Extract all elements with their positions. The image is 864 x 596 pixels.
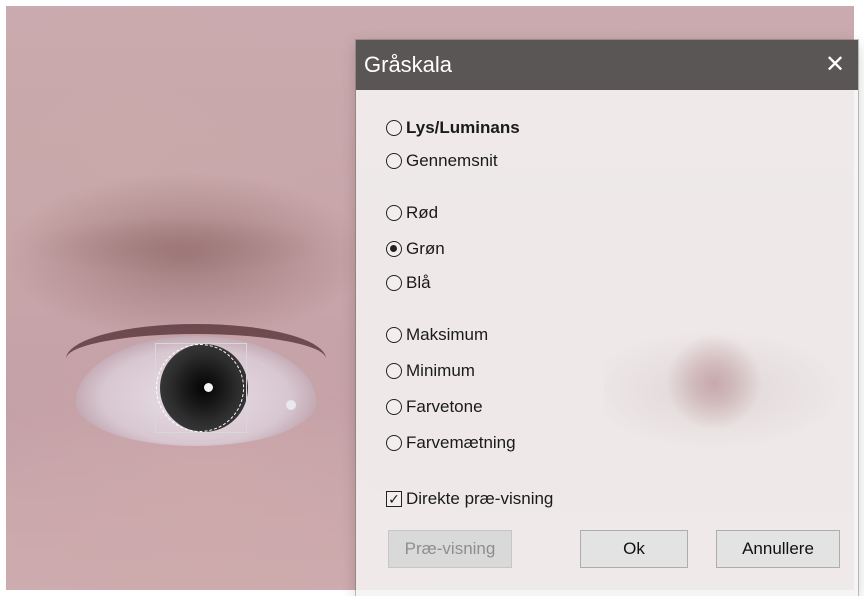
option-hue[interactable]: Farvetone [386,394,483,420]
direct-preview-label: Direkte præ-visning [406,489,554,508]
option-label: Grøn [406,239,445,258]
option-minimum[interactable]: Minimum [386,358,475,384]
option-average[interactable]: Gennemsnit [386,148,498,174]
radio-average[interactable] [386,153,402,169]
radio-blue[interactable] [386,275,402,291]
option-red[interactable]: Rød [386,200,438,226]
grayscale-dialog: Gråskala ✕ Lys/Luminans Gennemsnit Rød G… [356,40,858,596]
option-label: Minimum [406,361,475,380]
radio-maximum[interactable] [386,327,402,343]
option-label: Blå [406,273,431,292]
radio-luminance[interactable] [386,120,402,136]
option-maximum[interactable]: Maksimum [386,322,488,348]
radio-green[interactable] [386,241,402,257]
selection-ellipse[interactable] [156,344,244,432]
ok-button[interactable]: Ok [580,530,688,568]
radio-hue[interactable] [386,399,402,415]
eyebrow [26,216,326,276]
dialog-titlebar[interactable]: Gråskala ✕ [356,40,858,90]
preview-button[interactable]: Præ-visning [388,530,512,568]
direct-preview-checkbox[interactable]: ✓ [386,491,402,507]
option-label: Lys/Luminans [406,118,520,137]
option-label: Rød [406,203,439,222]
preview-reflection [604,330,854,480]
option-label: Farvemætning [406,433,516,452]
option-luminance[interactable]: Lys/Luminans [386,115,520,141]
option-blue[interactable]: Blå [386,270,431,296]
radio-red[interactable] [386,205,402,221]
option-label: Farvetone [406,397,483,416]
dialog-title: Gråskala [364,52,453,77]
close-icon[interactable]: ✕ [812,40,858,90]
option-saturation[interactable]: Farvemætning [386,430,516,456]
eye-corner-highlight [286,400,296,410]
option-label: Maksimum [406,325,489,344]
option-green[interactable]: Grøn [386,236,445,262]
radio-saturation[interactable] [386,435,402,451]
cancel-button[interactable]: Annullere [716,530,840,568]
option-label: Gennemsnit [406,151,498,170]
radio-minimum[interactable] [386,363,402,379]
direct-preview-option[interactable]: ✓ Direkte præ-visning [386,486,553,512]
